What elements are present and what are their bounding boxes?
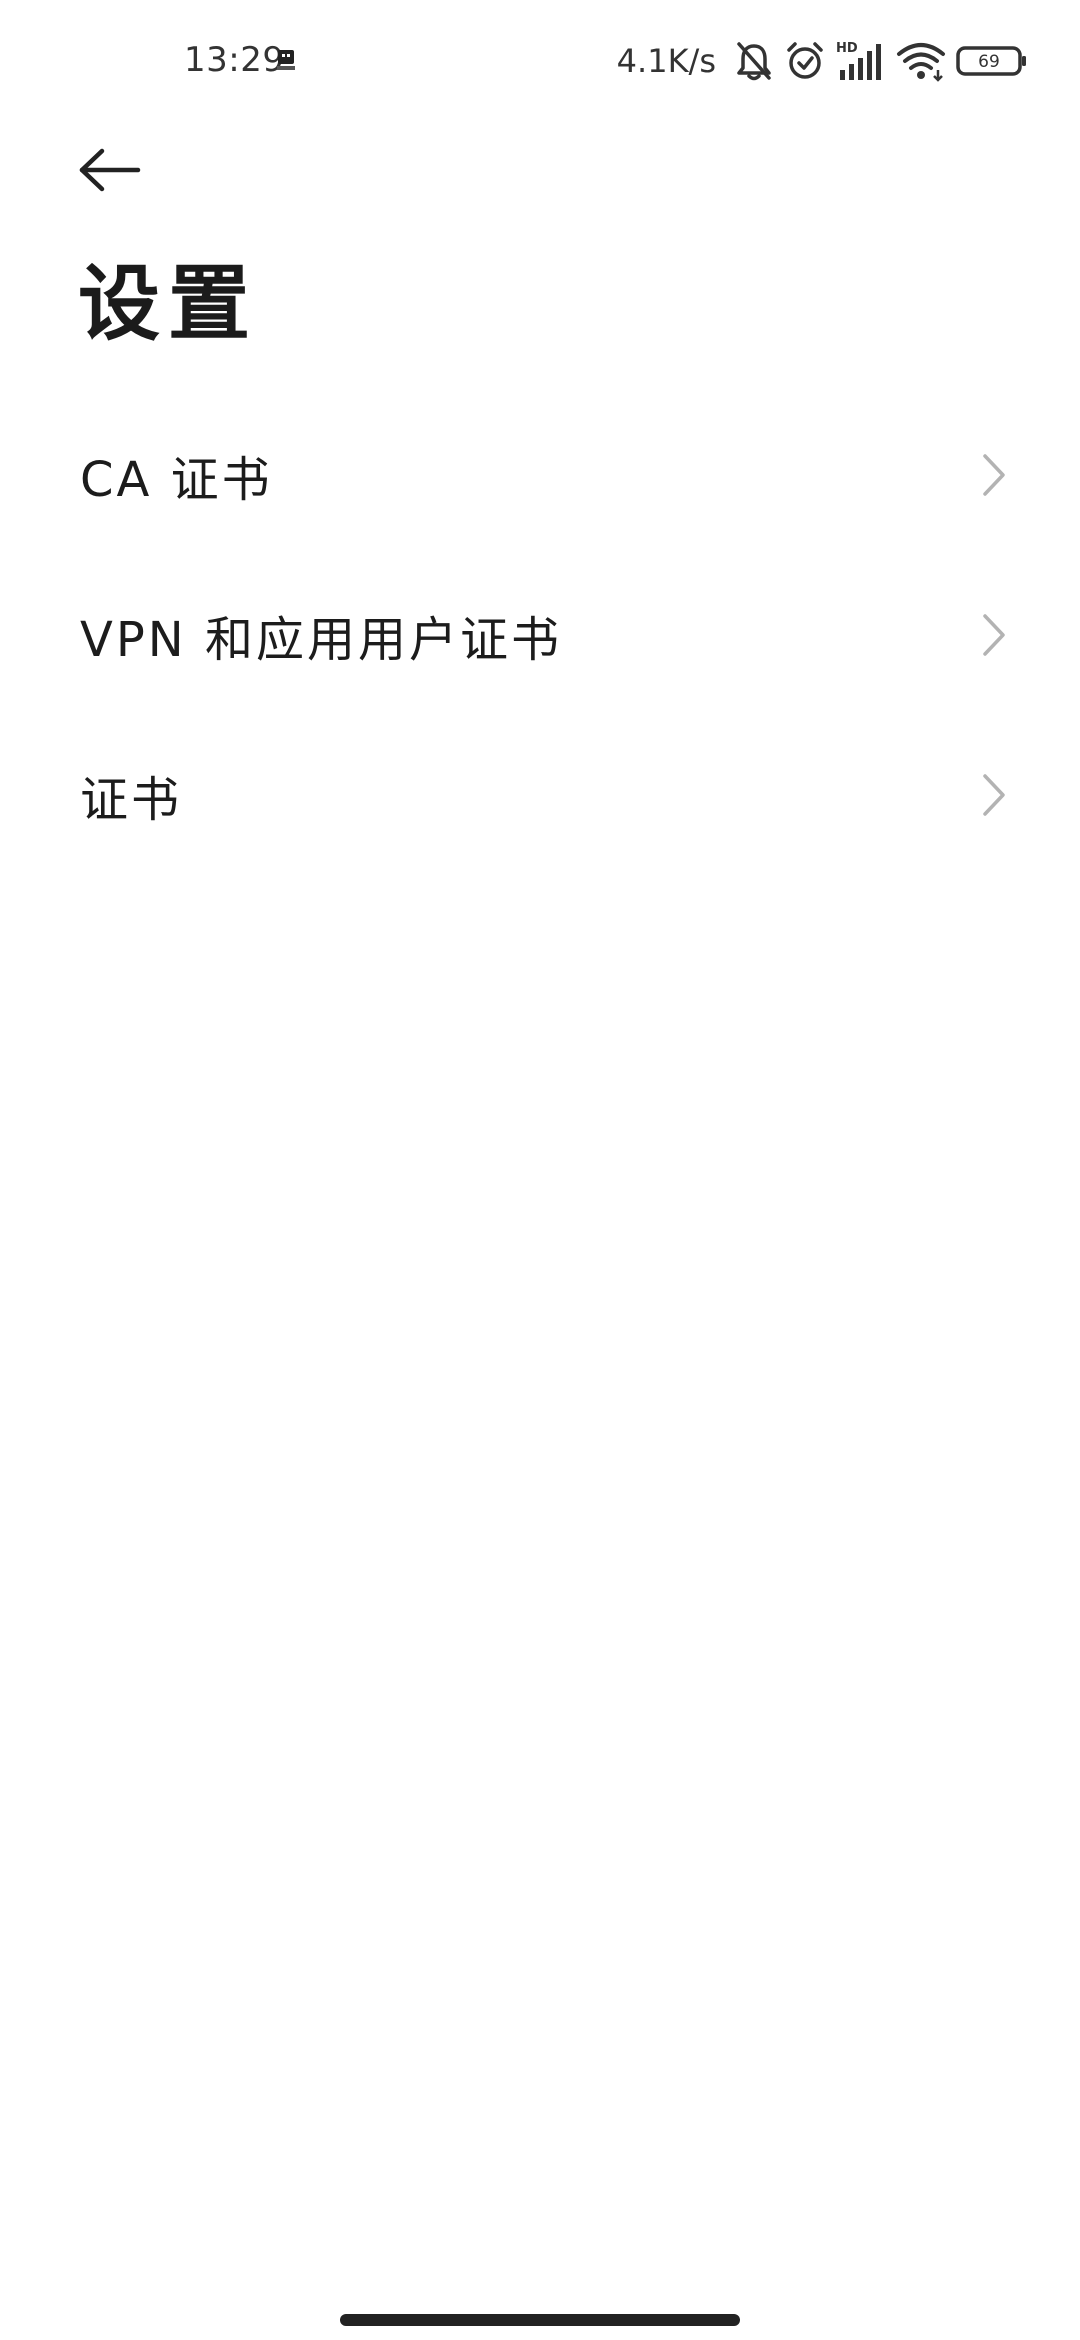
status-time: 13:29 bbox=[184, 40, 285, 80]
settings-list: CA 证书 VPN 和应用用户证书 证书 bbox=[0, 395, 1080, 875]
chevron-right-icon bbox=[983, 774, 1005, 816]
status-bar: 13:29 4.1K/s HD 69 bbox=[0, 0, 1080, 124]
list-item-label: 证书 bbox=[80, 772, 183, 828]
back-button[interactable] bbox=[76, 138, 156, 202]
list-item-certificates[interactable]: 证书 bbox=[0, 715, 1080, 875]
home-indicator[interactable] bbox=[340, 2314, 740, 2326]
battery-icon: 69 bbox=[956, 46, 1026, 76]
alarm-icon bbox=[787, 42, 823, 79]
network-speed: 4.1K/s bbox=[616, 42, 716, 80]
bell-off-icon bbox=[737, 42, 771, 81]
svg-text:69: 69 bbox=[978, 52, 1000, 72]
page-title: 设置 bbox=[78, 256, 259, 352]
chevron-right-icon bbox=[983, 614, 1005, 656]
app-notification-icon bbox=[277, 50, 295, 70]
wifi-icon bbox=[897, 43, 945, 82]
svg-text:HD: HD bbox=[836, 41, 858, 56]
list-item-vpn-app-user-certificates[interactable]: VPN 和应用用户证书 bbox=[0, 555, 1080, 715]
status-right-cluster: 4.1K/s HD 69 bbox=[617, 36, 1028, 86]
list-item-label: VPN 和应用用户证书 bbox=[80, 612, 562, 668]
chevron-right-icon bbox=[983, 454, 1005, 496]
list-item-label: CA 证书 bbox=[80, 452, 273, 508]
list-item-ca-certificates[interactable]: CA 证书 bbox=[0, 395, 1080, 555]
signal-icon: HD bbox=[836, 41, 881, 80]
arrow-left-icon bbox=[79, 148, 141, 192]
